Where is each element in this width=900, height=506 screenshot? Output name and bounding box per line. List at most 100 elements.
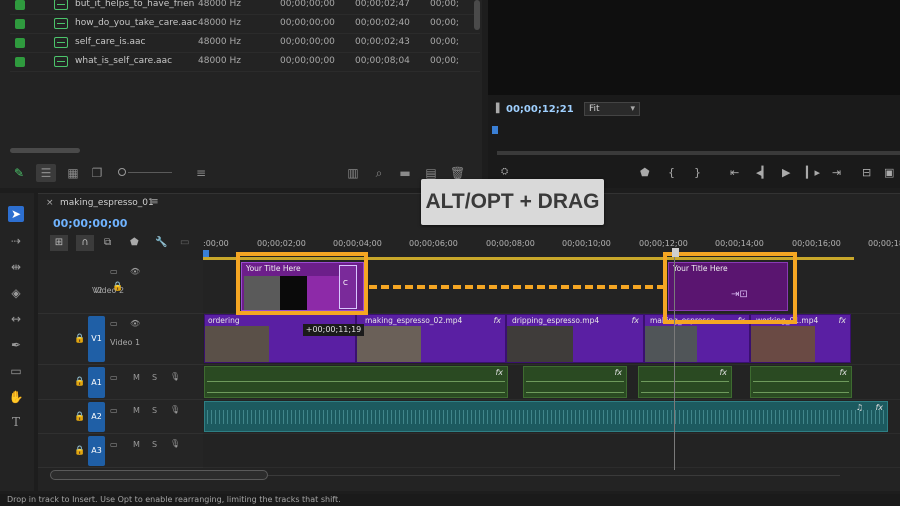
project-hscroll-thumb[interactable] xyxy=(10,148,80,153)
video-clip[interactable]: making_espresso_02.mp4 fx xyxy=(356,314,506,363)
project-vscroll[interactable] xyxy=(474,0,480,30)
automate-to-sequence-icon[interactable]: ▥ xyxy=(346,166,360,180)
in-point-marker[interactable] xyxy=(203,250,209,257)
wrench-icon[interactable]: 🔧 xyxy=(155,237,167,248)
go-to-out-icon[interactable]: ⇥ xyxy=(832,167,841,179)
sequence-tab[interactable]: making_espresso_01 xyxy=(60,198,154,208)
new-bin-icon[interactable]: ▬ xyxy=(398,166,412,180)
track-select-icon[interactable]: ⇢ xyxy=(8,233,24,249)
mute-button[interactable]: M xyxy=(133,406,140,415)
marker-icon[interactable]: ⬟ xyxy=(640,167,650,179)
sync-lock-icon[interactable]: ▭ xyxy=(110,406,118,415)
project-item[interactable]: how_do_you_take_care.aac 48000 Hz 00;00;… xyxy=(10,15,480,34)
video-clip[interactable]: dripping_espresso.mp4 fx xyxy=(506,314,644,363)
razor-tool-icon[interactable]: ◈ xyxy=(8,285,24,301)
type-tool-icon[interactable]: T xyxy=(8,414,24,430)
pen-tool-icon[interactable]: ✒ xyxy=(8,337,24,353)
voiceover-mic-icon[interactable]: 🎙 xyxy=(170,405,180,414)
mute-button[interactable]: M xyxy=(133,440,140,449)
snap-icon[interactable]: ∩ xyxy=(76,235,94,251)
tab-menu-icon[interactable]: ≡ xyxy=(151,197,159,207)
audio-clip[interactable]: fx xyxy=(204,366,508,398)
lock-icon[interactable]: 🔒 xyxy=(74,334,85,344)
playhead-line[interactable] xyxy=(674,250,675,470)
step-forward-icon[interactable]: ▎▸ xyxy=(806,167,820,179)
zoom-select[interactable]: Fit xyxy=(584,102,640,116)
source-patch-a1[interactable]: A1 xyxy=(88,367,105,398)
program-timecode[interactable]: 00;00;12;21 xyxy=(506,104,574,115)
source-patch-v1[interactable]: V1 xyxy=(88,316,105,362)
highlight-source-clip xyxy=(236,252,368,315)
mark-out-icon[interactable]: } xyxy=(694,167,701,179)
zoom-slider-handle[interactable] xyxy=(118,168,126,176)
project-item[interactable]: but_it_helps_to_have_frien 48000 Hz 00;0… xyxy=(10,0,480,15)
list-view-icon[interactable]: ☰ xyxy=(36,164,56,182)
solo-button[interactable]: S xyxy=(152,373,157,382)
step-back-icon[interactable]: ◂▎ xyxy=(756,167,770,179)
lift-icon[interactable]: ⊟ xyxy=(862,167,871,179)
zoom-slider-track[interactable] xyxy=(128,172,172,173)
ripple-edit-icon[interactable]: ⇹ xyxy=(8,259,24,275)
music-clip[interactable]: fx ♫ xyxy=(204,401,888,432)
sync-lock-icon[interactable]: ▭ xyxy=(110,319,118,328)
source-patch-a2[interactable]: A2 xyxy=(88,402,105,432)
mark-in-icon[interactable]: { xyxy=(668,167,675,179)
pencil-icon[interactable]: ✎ xyxy=(12,166,26,180)
lock-icon[interactable]: 🔒 xyxy=(74,412,85,422)
voiceover-mic-icon[interactable]: 🎙 xyxy=(170,439,180,448)
lock-icon[interactable]: 🔒 xyxy=(74,446,85,456)
track-lane-a3[interactable] xyxy=(203,434,900,468)
label-color-swatch[interactable] xyxy=(15,19,25,29)
audio-waveform xyxy=(207,381,505,393)
go-to-in-icon[interactable]: ⇤ xyxy=(730,167,739,179)
solo-button[interactable]: S xyxy=(152,406,157,415)
mute-button[interactable]: M xyxy=(133,373,140,382)
label-color-swatch[interactable] xyxy=(15,0,25,10)
program-timebar[interactable] xyxy=(497,151,900,155)
playhead-handle[interactable] xyxy=(672,248,679,257)
program-playhead[interactable] xyxy=(492,126,498,134)
settings-icon[interactable]: ⛭ xyxy=(501,167,508,177)
export-frame-icon[interactable]: ▣ xyxy=(884,167,894,179)
rectangle-tool-icon[interactable]: ▭ xyxy=(8,363,24,379)
play-icon[interactable]: ▶ xyxy=(782,167,790,179)
captions-icon[interactable]: ▭ xyxy=(180,237,189,248)
eye-icon[interactable]: 👁 xyxy=(130,319,140,328)
label-color-swatch[interactable] xyxy=(15,57,25,67)
fx-badge: fx xyxy=(495,368,503,377)
ruler-tick: 00;00;12;00 xyxy=(639,239,688,248)
search-icon[interactable]: ⌕ xyxy=(372,166,386,180)
label-color-swatch[interactable] xyxy=(15,38,25,48)
source-patch-a3[interactable]: A3 xyxy=(88,436,105,466)
sync-lock-icon[interactable]: ▭ xyxy=(110,267,118,276)
timeline-hscroll-thumb[interactable] xyxy=(50,470,268,480)
add-marker-icon[interactable]: ⬟ xyxy=(130,237,139,248)
audio-clip[interactable]: fx xyxy=(638,366,732,398)
selection-tool-icon[interactable]: ➤ xyxy=(8,206,24,222)
sort-icon[interactable]: ≡ xyxy=(194,166,208,180)
audio-clip[interactable]: fx xyxy=(523,366,627,398)
fx-badge: fx xyxy=(719,368,727,377)
hand-tool-icon[interactable]: ✋ xyxy=(8,389,24,405)
new-item-icon[interactable]: ▤ xyxy=(424,166,438,180)
audio-clip[interactable]: fx xyxy=(750,366,852,398)
nest-icon[interactable]: ⊞ xyxy=(50,235,68,251)
timeline-timecode[interactable]: 00;00;00;00 xyxy=(53,217,127,230)
project-item[interactable]: what_is_self_care.aac 48000 Hz 00;00;00;… xyxy=(10,53,480,72)
icon-view-icon[interactable]: ▦ xyxy=(66,166,80,180)
trash-icon[interactable]: 🗑 xyxy=(450,166,465,180)
sync-lock-icon[interactable]: ▭ xyxy=(110,373,118,382)
lock-icon[interactable]: 🔒 xyxy=(74,377,85,387)
sync-lock-icon[interactable]: ▭ xyxy=(110,440,118,449)
eye-icon[interactable]: 👁 xyxy=(130,267,140,276)
project-item[interactable]: self_care_is.aac 48000 Hz 00;00;00;00 00… xyxy=(10,34,480,53)
freeform-view-icon[interactable]: ❐ xyxy=(90,166,104,180)
slip-tool-icon[interactable]: ↔ xyxy=(8,311,24,327)
voiceover-mic-icon[interactable]: 🎙 xyxy=(170,372,180,381)
linked-selection-icon[interactable]: ⧉ xyxy=(104,237,111,248)
video-clip[interactable]: ordering xyxy=(204,314,356,363)
media-end: 00;00;08;04 xyxy=(355,56,410,66)
solo-button[interactable]: S xyxy=(152,440,157,449)
drag-delta-tooltip: +00;00;11;19 xyxy=(303,324,364,336)
close-icon[interactable]: × xyxy=(46,198,54,208)
